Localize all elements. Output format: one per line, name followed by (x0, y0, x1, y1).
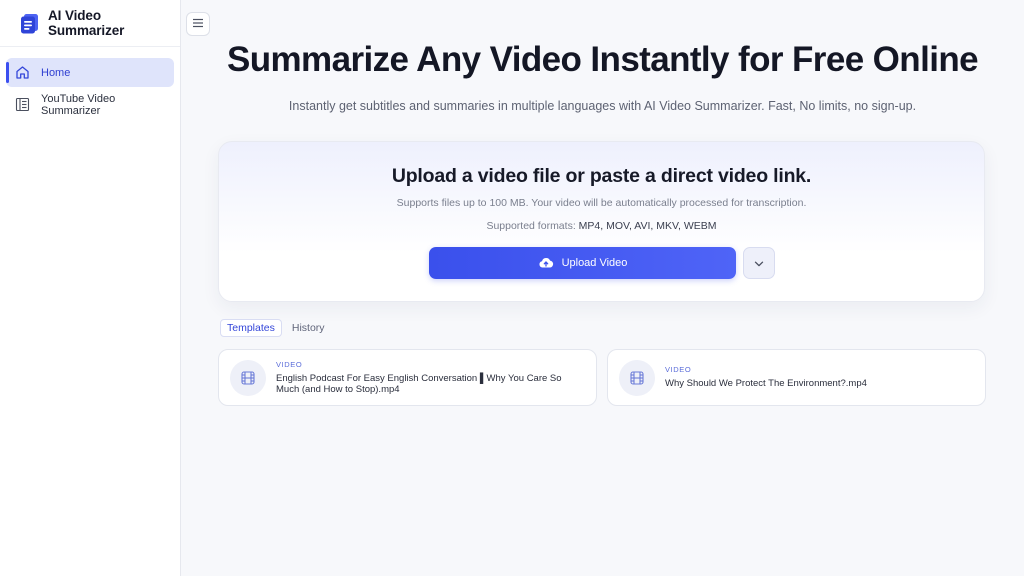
content-tabs: Templates History (220, 319, 335, 337)
film-icon (230, 360, 266, 396)
brand-title: AI Video Summarizer (48, 8, 125, 38)
video-card[interactable]: VIDEO Why Should We Protect The Environm… (607, 349, 986, 406)
video-type-label: VIDEO (276, 360, 303, 369)
sidebar-item-label: Home (41, 66, 71, 79)
home-icon (15, 65, 30, 80)
supported-formats: Supported formats: MP4, MOV, AVI, MKV, W… (219, 220, 984, 232)
upload-note: Supports files up to 100 MB. Your video … (396, 197, 807, 209)
sidebar: AI Video Summarizer Home YouTube Video S… (0, 0, 181, 576)
video-card[interactable]: VIDEO English Podcast For Easy English C… (218, 349, 597, 406)
cloud-upload-icon (538, 255, 554, 271)
hamburger-icon (192, 15, 204, 33)
formats-label: Supported formats: (486, 220, 576, 232)
film-icon (619, 360, 655, 396)
document-list-icon (15, 97, 30, 112)
upload-title: Upload a video file or paste a direct vi… (391, 165, 812, 187)
menu-toggle-button[interactable] (186, 12, 210, 36)
sidebar-item-label: YouTube Video Summarizer (41, 92, 116, 117)
sidebar-item-home[interactable]: Home (6, 58, 174, 87)
page-subtitle: Instantly get subtitles and summaries in… (288, 99, 917, 113)
page-title: Summarize Any Video Instantly for Free O… (227, 40, 979, 79)
sidebar-nav: Home YouTube Video Summarizer (0, 47, 180, 119)
document-stack-icon (19, 13, 40, 34)
upload-button-label: Upload Video (561, 257, 628, 269)
upload-card: Upload a video file or paste a direct vi… (218, 141, 985, 302)
tab-templates[interactable]: Templates (220, 319, 282, 337)
video-name: English Podcast For Easy English Convers… (276, 373, 562, 395)
formats-list: MP4, MOV, AVI, MKV, WEBM (578, 220, 717, 232)
upload-video-button[interactable]: Upload Video (429, 247, 736, 279)
video-name: Why Should We Protect The Environment?.m… (665, 378, 867, 389)
tab-history[interactable]: History (286, 319, 331, 337)
chevron-down-icon (754, 254, 764, 272)
sidebar-item-youtube-summarizer[interactable]: YouTube Video Summarizer (6, 90, 174, 119)
upload-options-button[interactable] (743, 247, 775, 279)
brand[interactable]: AI Video Summarizer (0, 0, 180, 47)
video-type-label: VIDEO (665, 365, 692, 374)
